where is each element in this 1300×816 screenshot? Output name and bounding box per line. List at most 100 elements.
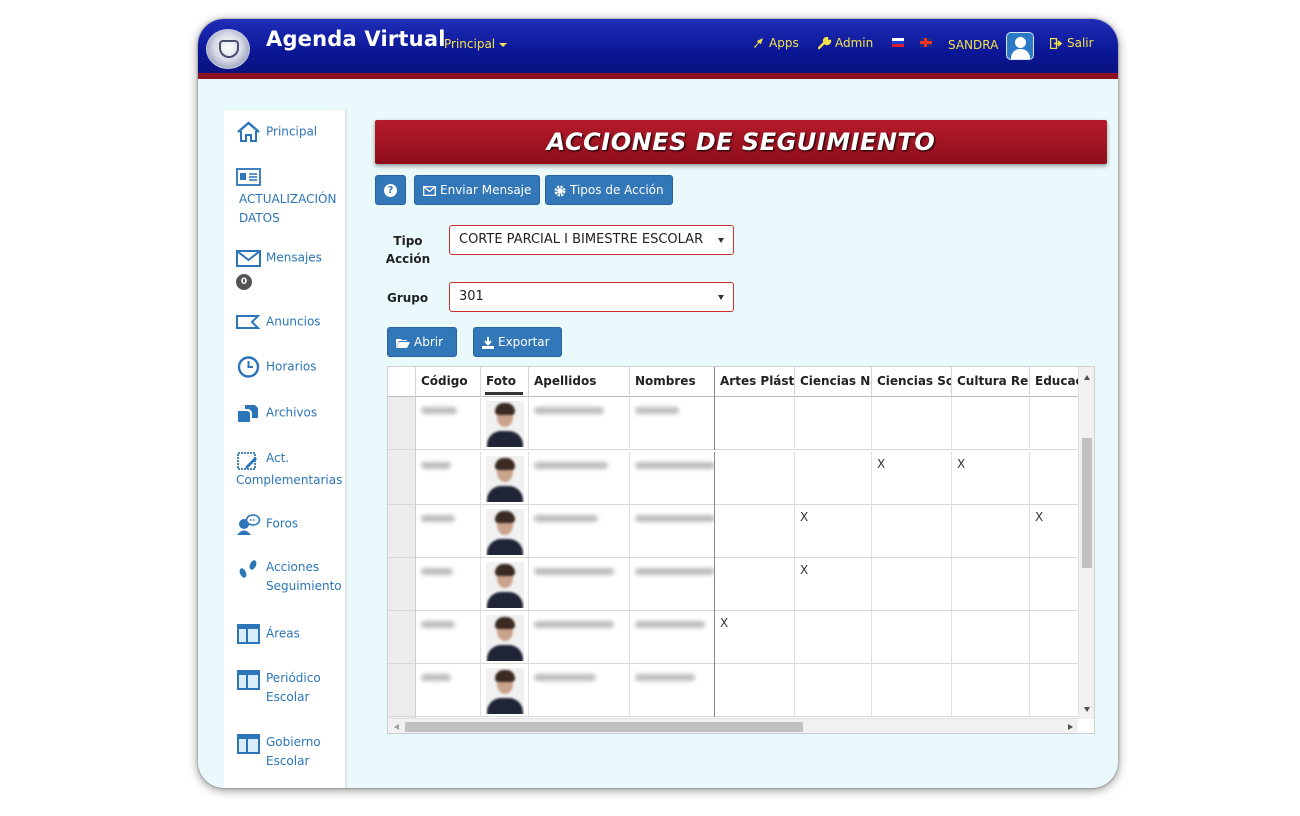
column-header[interactable]: Educación [1030, 367, 1078, 397]
column-header[interactable]: Código [416, 367, 481, 397]
table-row[interactable] [388, 397, 1078, 450]
subject-mark-cell[interactable]: X [952, 452, 1030, 505]
user-avatar-icon[interactable] [1006, 32, 1034, 60]
horizontal-scroll-thumb[interactable] [405, 722, 803, 732]
logout-link[interactable]: Salir [1050, 36, 1094, 50]
vertical-scroll-thumb[interactable] [1082, 438, 1092, 568]
sidebar-item-act-complementarias[interactable]: Act. Complementarias [236, 449, 346, 490]
subject-mark-cell[interactable] [715, 505, 795, 558]
sidebar-item-label: Periódico Escolar [266, 671, 321, 704]
student-photo [486, 615, 524, 661]
sidebar-item-anuncios[interactable]: Anuncios [236, 311, 346, 333]
subject-mark-cell[interactable] [872, 558, 952, 611]
subject-mark-cell[interactable] [715, 397, 795, 450]
sidebar-item-archivos[interactable]: Archivos [236, 402, 346, 424]
apellidos-cell [529, 505, 630, 558]
scroll-down-icon[interactable] [1084, 707, 1090, 712]
subject-mark-cell[interactable] [872, 397, 952, 450]
photo-header-underline [485, 392, 523, 395]
table-row[interactable]: X [388, 611, 1078, 664]
sidebar-item-horarios[interactable]: Horarios [236, 356, 346, 378]
subject-mark-cell[interactable] [952, 558, 1030, 611]
codigo-cell [416, 558, 481, 611]
sidebar-item-mensajes[interactable]: Mensajes 0 [236, 247, 346, 290]
subject-mark-cell[interactable] [1030, 397, 1078, 450]
select-arrow-icon [718, 238, 724, 243]
tipo-accion-select[interactable]: CORTE PARCIAL I BIMESTRE ESCOLAR [449, 225, 734, 255]
subject-mark-cell[interactable] [952, 397, 1030, 450]
nombres-cell [630, 452, 715, 505]
sidebar-item-label: ACTUALIZACIÓN DATOS [239, 192, 337, 225]
subject-mark-cell[interactable] [715, 452, 795, 505]
sidebar-item-gobierno-escolar[interactable]: Gobierno Escolar [236, 733, 346, 771]
subject-mark-cell[interactable] [872, 611, 952, 664]
subject-mark-cell[interactable] [872, 664, 952, 717]
help-button[interactable]: ? [375, 175, 406, 205]
grupo-select[interactable]: 301 [449, 282, 734, 312]
horizontal-scrollbar[interactable] [388, 718, 1078, 733]
column-header[interactable]: Ciencias Sociales [872, 367, 952, 397]
sidebar-item-areas[interactable]: Áreas [236, 623, 346, 645]
subject-mark-cell[interactable] [952, 505, 1030, 558]
subject-mark-cell[interactable]: X [1030, 505, 1078, 558]
admin-link[interactable]: Admin [818, 36, 873, 50]
column-header[interactable]: Artes Plásticas [715, 367, 795, 397]
scroll-right-icon[interactable] [1068, 724, 1073, 730]
scroll-left-icon[interactable] [394, 724, 399, 730]
column-header[interactable]: Foto [481, 367, 529, 397]
sidebar-item-principal[interactable]: Principal [236, 121, 346, 143]
table-row[interactable]: XX [388, 505, 1078, 558]
files-icon [238, 405, 258, 422]
scroll-up-icon[interactable] [1084, 375, 1090, 380]
subject-mark-cell[interactable] [715, 558, 795, 611]
subject-mark-cell[interactable] [1030, 452, 1078, 505]
column-header[interactable]: Apellidos [529, 367, 630, 397]
column-header[interactable]: Ciencias Naturales [795, 367, 872, 397]
subject-mark-cell[interactable]: X [715, 611, 795, 664]
subject-mark-cell[interactable] [795, 664, 872, 717]
column-header[interactable]: Nombres [630, 367, 715, 397]
subject-mark-cell[interactable] [872, 505, 952, 558]
sidebar-item-periodico-escolar[interactable]: Periódico Escolar [236, 669, 346, 707]
subject-mark-cell[interactable]: X [795, 558, 872, 611]
vertical-scrollbar[interactable] [1078, 367, 1094, 719]
column-header-label: Foto [486, 374, 516, 388]
sidebar-item-foros[interactable]: Foros [236, 513, 346, 535]
apps-link[interactable]: Apps [752, 36, 799, 50]
action-types-button[interactable]: Tipos de Acción [545, 175, 673, 205]
students-grid[interactable]: XXXXXX Código Foto Apellidos Nombres Art… [387, 366, 1095, 734]
apellidos-cell [529, 664, 630, 717]
subject-mark-cell[interactable] [795, 611, 872, 664]
subject-mark-cell[interactable]: X [872, 452, 952, 505]
gear-icon [554, 185, 566, 196]
subject-mark-cell[interactable] [1030, 558, 1078, 611]
uk-flag-icon[interactable] [920, 38, 932, 47]
subject-mark-cell[interactable] [952, 664, 1030, 717]
school-logo[interactable] [206, 29, 250, 69]
brand-title[interactable]: Agenda Virtual [266, 27, 446, 51]
subject-mark-cell[interactable] [795, 452, 872, 505]
top-navbar: Agenda Virtual Principal Apps Admin SAND… [198, 19, 1118, 79]
subject-mark-cell[interactable] [952, 611, 1030, 664]
russian-flag-icon[interactable] [892, 38, 904, 47]
grid-header: Código Foto Apellidos Nombres Artes Plás… [388, 367, 1078, 397]
column-header[interactable]: Cultura Religiosa [952, 367, 1030, 397]
export-button[interactable]: Exportar [473, 327, 562, 357]
table-row[interactable]: X [388, 558, 1078, 611]
table-row[interactable] [388, 664, 1078, 717]
layout-icon [237, 734, 260, 754]
principal-dropdown[interactable]: Principal [444, 37, 508, 51]
codigo-cell [416, 397, 481, 450]
subject-mark-cell[interactable] [795, 397, 872, 450]
subject-mark-cell[interactable]: X [795, 505, 872, 558]
subject-mark-cell[interactable] [715, 664, 795, 717]
open-button[interactable]: Abrir [387, 327, 457, 357]
sidebar-item-actualizacion[interactable]: ACTUALIZACIÓN DATOS [236, 166, 346, 228]
subject-mark-cell[interactable] [1030, 611, 1078, 664]
user-name[interactable]: SANDRA [948, 38, 998, 52]
sidebar-item-acciones-seguimiento[interactable]: Acciones Seguimiento [236, 558, 346, 596]
send-message-button[interactable]: Enviar Mensaje [414, 175, 541, 205]
subject-mark-cell[interactable] [1030, 664, 1078, 717]
table-row[interactable]: XX [388, 452, 1078, 505]
nombres-cell [630, 505, 715, 558]
